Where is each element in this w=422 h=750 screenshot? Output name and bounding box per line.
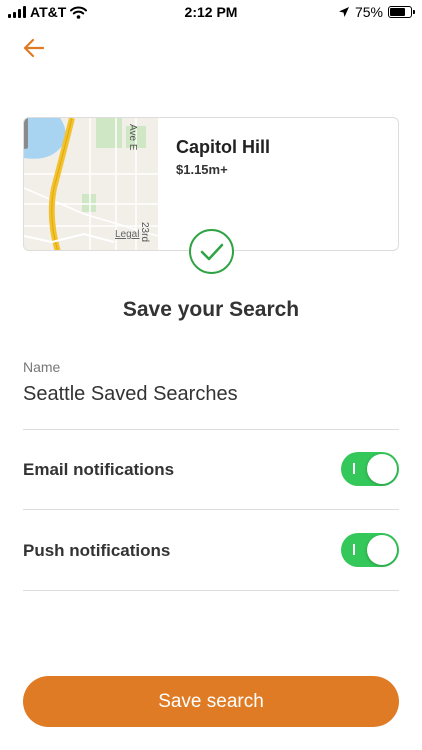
arrow-left-icon [23,38,45,58]
map-street-label: 23rd [139,222,150,243]
back-button[interactable] [20,34,48,62]
toggle-on-indicator [353,463,355,474]
location-arrow-icon [338,7,349,17]
battery-percent: 75% [354,4,383,20]
map-legal-link[interactable]: Legal [115,229,139,240]
name-label: Name [23,359,61,375]
push-notifications-toggle[interactable] [341,533,399,567]
email-notifications-toggle[interactable] [341,452,399,486]
map-thumbnail: Legal Ave E 23rd [24,118,158,250]
checkmark-circle-icon [189,229,234,274]
map-street-label: Ave E [127,124,138,151]
save-search-button[interactable]: Save search [23,676,399,727]
push-notifications-label: Push notifications [23,541,171,560]
listing-title: Capitol Hill [176,137,270,157]
toggle-on-indicator [353,544,355,555]
toggle-knob [367,535,397,565]
battery-icon [388,6,415,18]
page-title: Save your Search [122,298,300,321]
email-notifications-label: Email notifications [23,460,175,479]
status-bar-right: 75% [338,4,415,20]
toggle-knob [367,454,397,484]
listing-price: $1.15m+ [176,162,228,177]
status-bar: AT&T 2:12 PM 75% [0,0,422,24]
search-name-input[interactable] [23,379,399,409]
divider [23,590,399,591]
divider [23,509,399,510]
save-search-screen: AT&T 2:12 PM 75% Legal Ave E 23rd Capito… [0,0,422,750]
divider [23,429,399,430]
battery-level [390,8,405,16]
